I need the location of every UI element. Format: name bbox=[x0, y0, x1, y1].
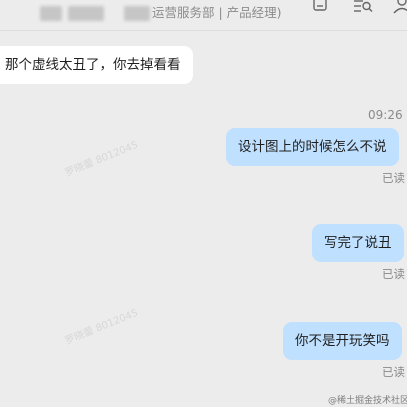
watermark-text: 罗晓蕾 8012045 bbox=[63, 307, 140, 348]
notes-icon[interactable] bbox=[309, 0, 331, 16]
member-icon[interactable] bbox=[391, 0, 407, 16]
outgoing-message-bubble[interactable]: 你不是开玩笑吗 bbox=[283, 322, 402, 360]
read-receipt: 已读 bbox=[382, 365, 405, 379]
read-receipt: 已读 bbox=[382, 171, 405, 185]
chat-title: 运营服务部 | 产品经理) bbox=[152, 5, 282, 20]
blurred-name-segment bbox=[40, 6, 62, 21]
message-timestamp: 09:26 bbox=[368, 108, 403, 122]
watermark-text: 罗晓蕾 8012045 bbox=[63, 139, 140, 180]
incoming-message-bubble[interactable]: 那个虚线太丑了，你去掉看看 bbox=[0, 46, 193, 84]
blurred-name-segment bbox=[68, 6, 104, 21]
chat-header: 运营服务部 | 产品经理) bbox=[0, 0, 407, 31]
outgoing-message-bubble[interactable]: 设计图上的时候怎么不说 bbox=[226, 128, 399, 166]
search-list-icon[interactable] bbox=[352, 0, 374, 16]
blurred-name-segment bbox=[124, 6, 150, 21]
read-receipt: 已读 bbox=[382, 267, 405, 281]
outgoing-message-bubble[interactable]: 写完了说丑 bbox=[312, 224, 404, 262]
source-watermark: @稀土掘金技术社区 bbox=[328, 396, 407, 406]
